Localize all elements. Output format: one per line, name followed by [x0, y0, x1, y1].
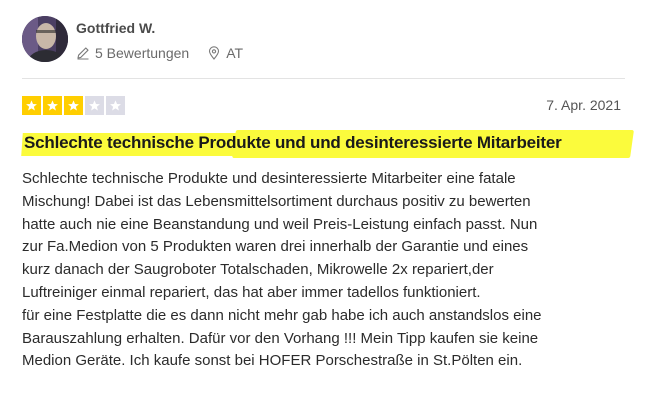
review-date: 7. Apr. 2021 — [546, 97, 621, 113]
reviewer-meta: 5 Bewertungen AT — [76, 45, 243, 61]
review-card: Gottfried W. 5 Bewertungen AT 7. Apr. 20… — [0, 0, 647, 411]
star-icon — [43, 96, 62, 115]
review-body-line: Mischung! Dabei ist das Lebensmittelsort… — [22, 192, 531, 210]
divider — [22, 78, 625, 79]
review-body-line: Barauszahlung erhalten. Dafür vor den Vo… — [22, 329, 539, 347]
location-pin-icon — [209, 46, 220, 60]
star-rating — [22, 96, 127, 115]
star-icon — [106, 96, 125, 115]
review-body-line: hatte auch nie eine Beanstandung und wei… — [22, 215, 538, 233]
review-title-wrap: Schlechte technische Produkte und und de… — [21, 130, 634, 158]
review-body-line: Schlechte technische Produkte und desint… — [22, 170, 516, 187]
review-body-line: Medion Geräte. Ich kaufe sonst bei HOFER… — [22, 352, 523, 370]
reviewer-name[interactable]: Gottfried W. — [76, 20, 243, 36]
user-photo-icon — [22, 16, 68, 62]
star-icon — [22, 96, 41, 115]
review-body-line: für eine Festplatte die es dann nicht me… — [22, 306, 542, 324]
star-icon — [64, 96, 83, 115]
review-body: Schlechte technische Produkte und desint… — [22, 168, 632, 373]
pencil-icon — [77, 47, 89, 60]
review-body-line: zur Fa.Medion von 5 Produkten waren drei… — [22, 238, 529, 256]
review-body-line: Luftreiniger einmal repariert, das hat a… — [22, 283, 481, 301]
avatar[interactable] — [22, 16, 68, 62]
reviews-count: 5 Bewertungen — [76, 45, 189, 61]
review-body-line: kurz danach der Saugroboter Totalschaden… — [22, 261, 494, 279]
reviewer-country: AT — [207, 45, 243, 61]
star-icon — [85, 96, 104, 115]
review-title[interactable]: Schlechte technische Produkte und und de… — [24, 133, 562, 153]
country-text: AT — [226, 45, 244, 61]
reviewer-header: Gottfried W. 5 Bewertungen AT — [22, 16, 243, 62]
reviews-count-text: 5 Bewertungen — [95, 45, 190, 61]
